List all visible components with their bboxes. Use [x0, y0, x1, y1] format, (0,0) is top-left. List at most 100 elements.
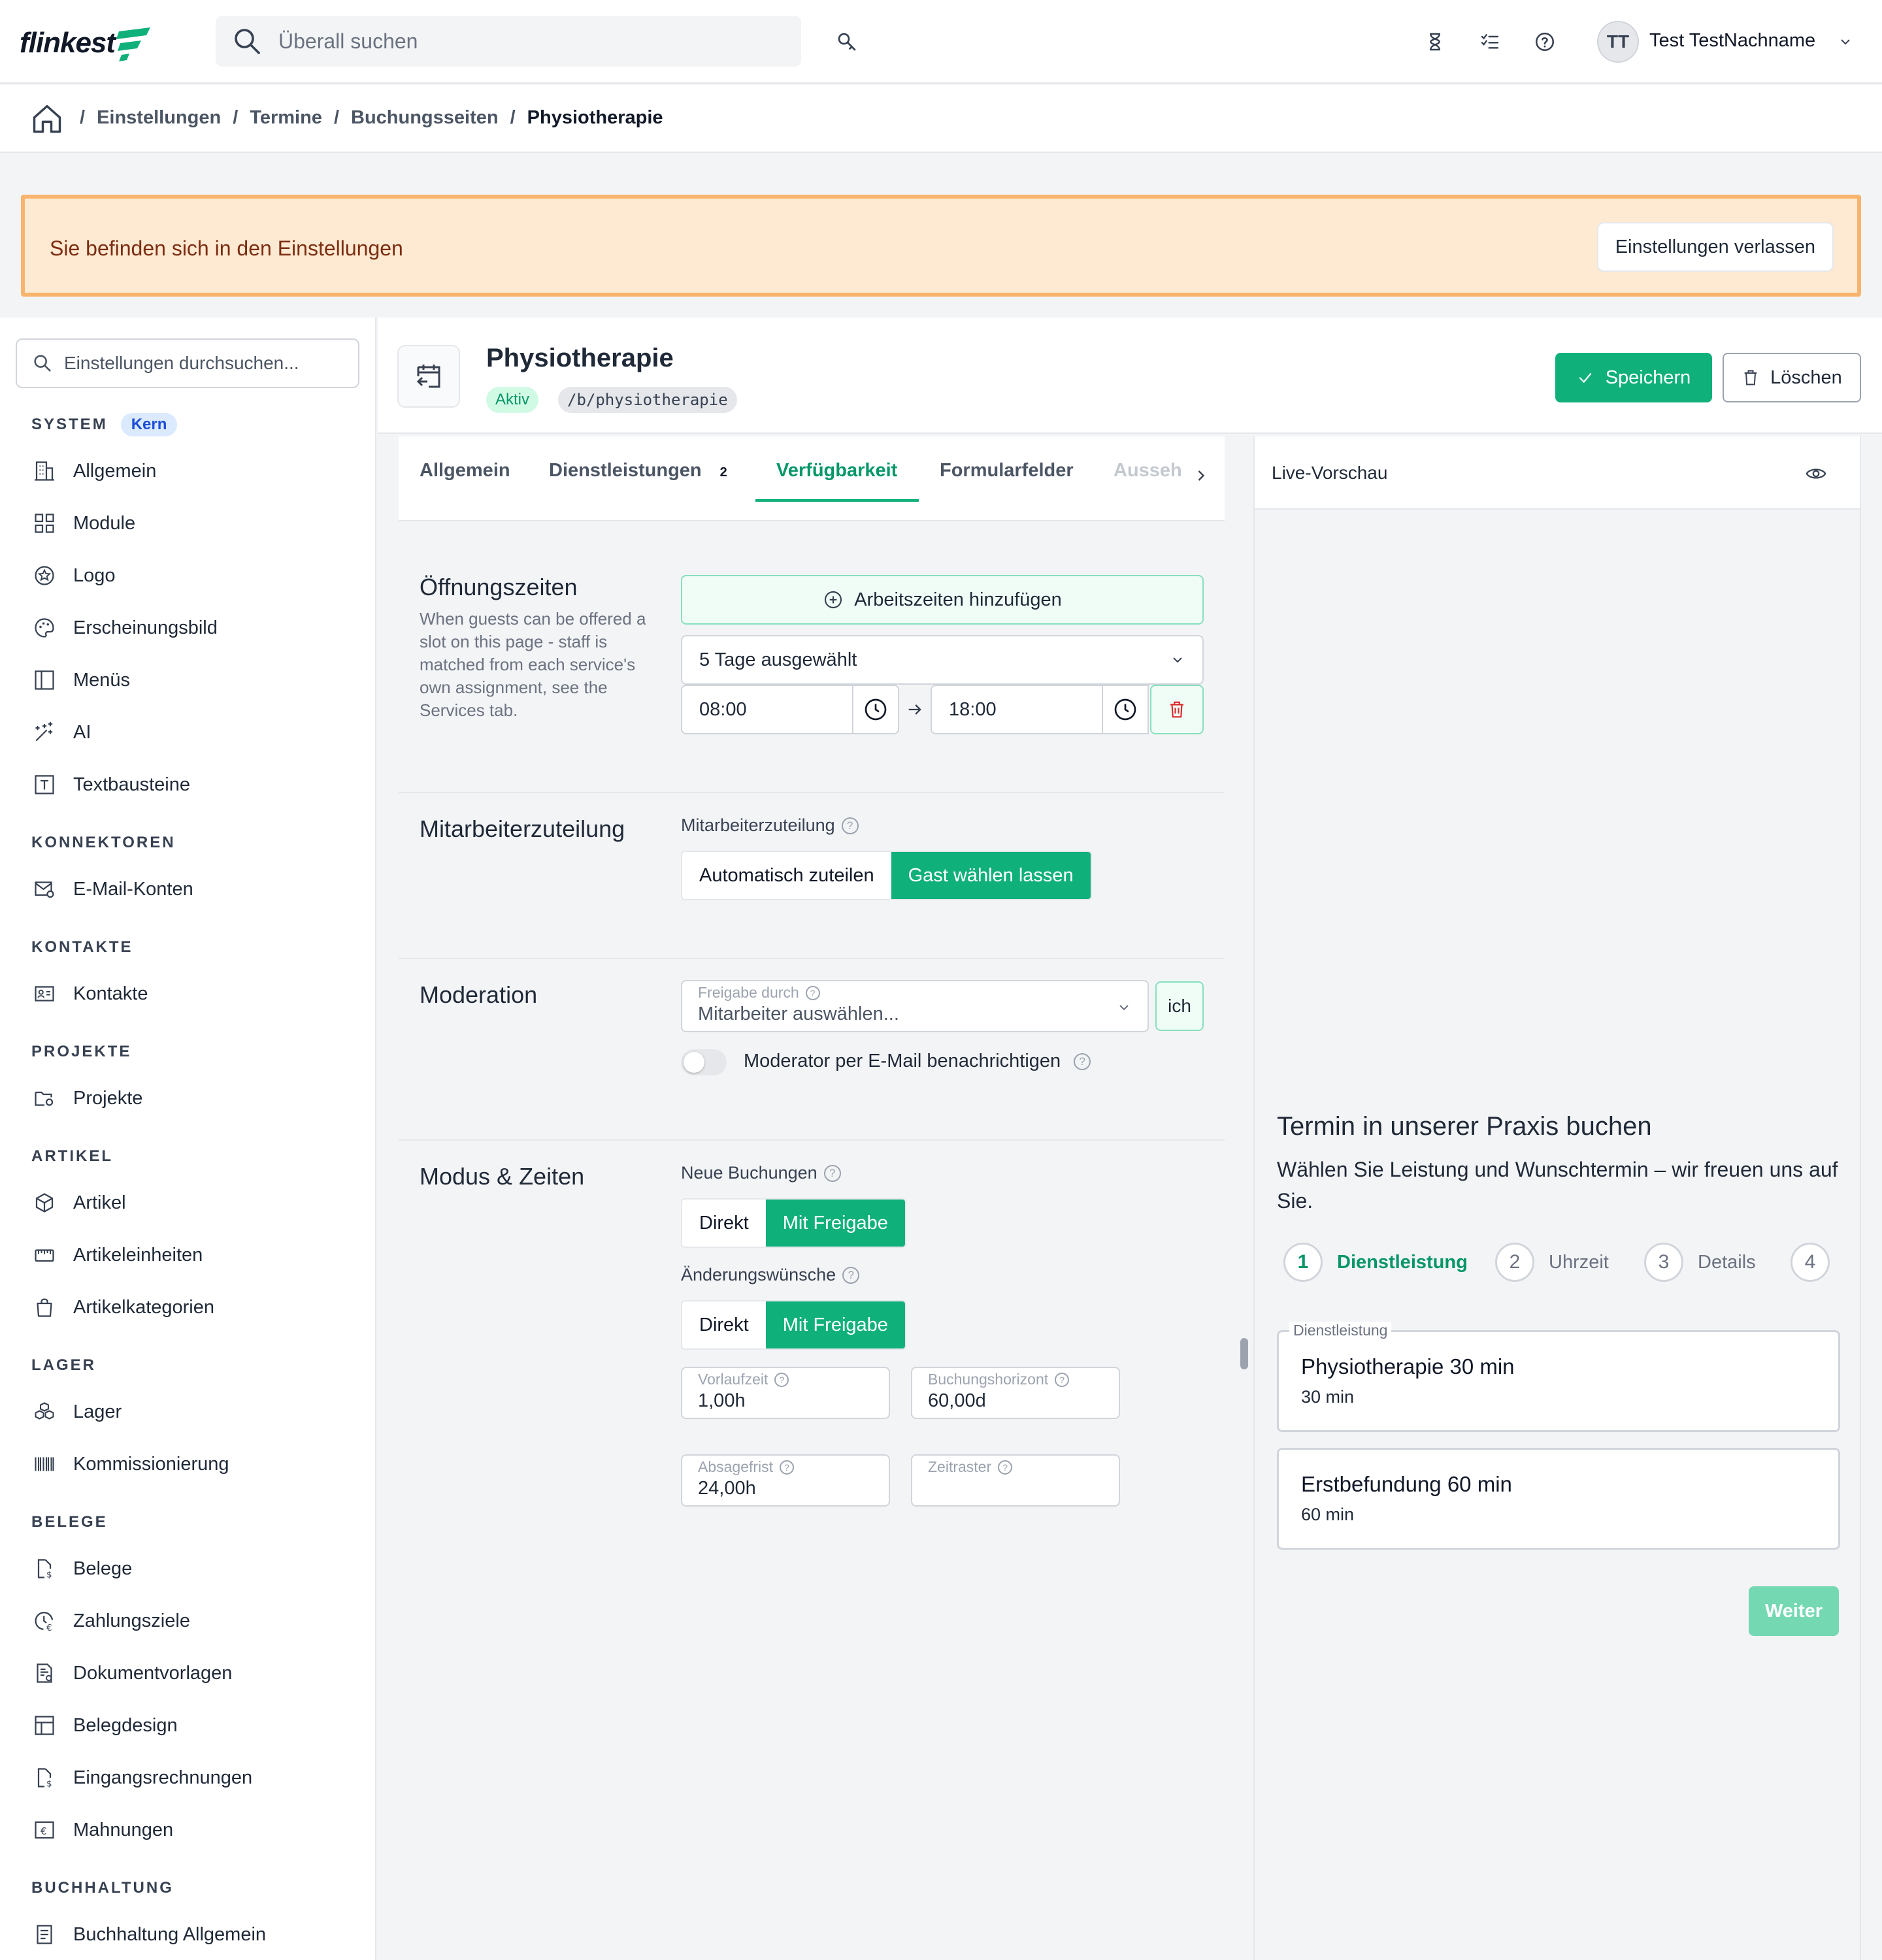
global-search-input[interactable]: Überall suchen — [216, 16, 801, 67]
user-avatar[interactable]: TT — [1597, 21, 1639, 63]
save-button[interactable]: Speichern — [1555, 353, 1712, 402]
folder-settings-icon — [31, 1085, 58, 1111]
form-scrollbar[interactable] — [1240, 1338, 1248, 1369]
sidebar-item-textbausteine[interactable]: Textbausteine — [31, 767, 190, 802]
sidebar-item-erscheinungsbild[interactable]: Erscheinungsbild — [31, 610, 218, 645]
delete-time-button[interactable] — [1150, 685, 1204, 734]
breadcrumb-buchungsseiten[interactable]: Buchungsseiten — [351, 107, 499, 129]
breadcrumb-termine[interactable]: Termine — [250, 107, 322, 129]
sidebar-item-artikeleinheiten[interactable]: Artikeleinheiten — [31, 1237, 203, 1273]
breadcrumb-separator: / — [510, 107, 516, 128]
hourglass-icon[interactable] — [1417, 24, 1453, 60]
approver-select[interactable]: Freigabe durch? Mitarbeiter auswählen... — [681, 980, 1149, 1032]
cancellation-deadline-field[interactable]: Absagefrist? 24,00h — [681, 1454, 890, 1507]
option-with-approval[interactable]: Mit Freigabe — [765, 1301, 905, 1348]
settings-search-input[interactable]: Einstellungen durchsuchen... — [16, 338, 359, 388]
availability-form: Allgemein Dienstleistungen 2 Verfügbarkei… — [399, 436, 1225, 1960]
checklist-icon[interactable] — [1472, 24, 1508, 60]
eye-icon[interactable] — [1805, 463, 1827, 485]
step-2[interactable]: 2 Uhrzeit — [1495, 1243, 1609, 1282]
sidebar-item-ai[interactable]: AI — [31, 715, 91, 750]
tab-formularfelder[interactable]: Formularfelder — [940, 460, 1074, 482]
sidebar-item-lager[interactable]: Lager — [31, 1394, 122, 1429]
time-grid-field[interactable]: Zeitraster? — [911, 1454, 1120, 1507]
step-4[interactable]: 4 — [1791, 1243, 1830, 1282]
sidebar-item-email-konten[interactable]: E-Mail-Konten — [31, 872, 193, 907]
sidebar-item-label: Allgemein — [73, 460, 157, 482]
assign-me-button[interactable]: ich — [1155, 981, 1204, 1031]
svg-text:$: $ — [46, 1779, 52, 1789]
help-icon[interactable]: ? — [780, 1460, 795, 1475]
section-divider — [399, 1139, 1225, 1141]
sidebar-item-menus[interactable]: Menüs — [31, 662, 130, 698]
boxes-icon — [31, 1399, 58, 1425]
help-icon[interactable]: ? — [1074, 1053, 1091, 1070]
sidebar-item-label: Menüs — [73, 669, 131, 691]
time-from-input[interactable]: 08:00 — [681, 685, 853, 734]
help-icon[interactable]: ? — [774, 1372, 789, 1387]
help-icon[interactable] — [1527, 24, 1563, 60]
sidebar-item-projekte[interactable]: Projekte — [31, 1081, 142, 1116]
option-direct[interactable]: Direkt — [682, 1200, 766, 1247]
add-working-hours-button[interactable]: Arbeitszeiten hinzufügen — [681, 575, 1204, 625]
days-select[interactable]: 5 Tage ausgewählt — [681, 635, 1204, 685]
tab-label: Dienstleistungen — [549, 460, 702, 481]
sidebar-item-kommissionierung[interactable]: Kommissionierung — [31, 1446, 229, 1482]
notify-moderator-toggle[interactable] — [681, 1049, 727, 1075]
sidebar-item-label: Dokumentvorlagen — [73, 1662, 233, 1684]
leave-settings-button[interactable]: Einstellungen verlassen — [1596, 222, 1834, 272]
tab-allgemein[interactable]: Allgemein — [420, 460, 510, 482]
option-guest-choose[interactable]: Gast wählen lassen — [891, 852, 1091, 899]
option-with-approval[interactable]: Mit Freigabe — [765, 1200, 905, 1247]
tab-dienstleistungen[interactable]: Dienstleistungen 2 — [549, 460, 727, 482]
sidebar-item-belege[interactable]: $ Belege — [31, 1551, 132, 1586]
tab-aussehen[interactable]: Ausseh — [1114, 460, 1182, 482]
label-text: Zeitraster — [928, 1458, 992, 1475]
label-text: Absagefrist — [698, 1458, 774, 1475]
settings-alert: Sie befinden sich in den Einstellungen E… — [21, 195, 1861, 297]
breadcrumb-einstellungen[interactable]: Einstellungen — [97, 107, 221, 129]
sidebar-item-dokumentvorlagen[interactable]: Dokumentvorlagen — [31, 1656, 232, 1691]
sidebar-item-zahlungsziele[interactable]: € Zahlungsziele — [31, 1603, 190, 1639]
home-icon[interactable] — [30, 102, 64, 136]
time-to-input[interactable]: 18:00 — [931, 685, 1103, 734]
sidebar-item-buchhaltung-allgemein[interactable]: Buchhaltung Allgemein — [31, 1917, 266, 1952]
sidebar-item-kontakte[interactable]: Kontakte — [31, 976, 148, 1011]
help-icon[interactable]: ? — [842, 1266, 860, 1284]
sidebar-item-eingangsrechnungen[interactable]: $ Eingangsrechnungen — [31, 1760, 252, 1795]
help-icon[interactable]: ? — [841, 817, 859, 834]
help-icon[interactable]: ? — [823, 1164, 841, 1182]
delete-button[interactable]: Löschen — [1723, 353, 1861, 402]
sidebar-item-belegdesign[interactable]: Belegdesign — [31, 1708, 178, 1743]
help-icon[interactable]: ? — [805, 985, 820, 1000]
key-search-icon[interactable] — [829, 24, 865, 60]
next-button[interactable]: Weiter — [1749, 1586, 1839, 1636]
option-direct[interactable]: Direkt — [682, 1301, 766, 1348]
app-logo[interactable]: flinkest — [20, 24, 152, 63]
sidebar-item-artikelkategorien[interactable]: Artikelkategorien — [31, 1290, 214, 1325]
sidebar-item-mahnungen[interactable]: € Mahnungen — [31, 1812, 173, 1848]
time-to-clock-button[interactable] — [1102, 685, 1149, 734]
option-auto-assign[interactable]: Automatisch zuteilen — [682, 852, 891, 899]
tab-scroll-right-icon[interactable] — [1192, 466, 1210, 485]
service-option-erstbefundung[interactable]: Erstbefundung 60 min 60 min — [1277, 1448, 1840, 1550]
booking-horizon-field[interactable]: Buchungshorizont? 60,00d — [911, 1367, 1120, 1419]
lead-time-field[interactable]: Vorlaufzeit? 1,00h — [681, 1367, 890, 1419]
sidebar-item-logo[interactable]: Logo — [31, 558, 116, 593]
sidebar-item-module[interactable]: Module — [31, 506, 135, 541]
service-option-physiotherapie[interactable]: Dienstleistung Physiotherapie 30 min 30 … — [1277, 1322, 1840, 1432]
step-1[interactable]: 1 Dienstleistung — [1283, 1243, 1468, 1282]
step-3[interactable]: 3 Details — [1644, 1243, 1756, 1282]
user-name[interactable]: Test TestNachname — [1649, 30, 1815, 52]
step-label: Uhrzeit — [1549, 1251, 1609, 1273]
chevron-down-icon[interactable] — [1827, 24, 1864, 60]
section-system: SYSTEM Kern — [31, 413, 178, 436]
service-name: Physiotherapie 30 min — [1301, 1354, 1515, 1379]
tab-verfuegbarkeit[interactable]: Verfügbarkeit — [776, 460, 897, 482]
time-from-clock-button[interactable] — [852, 685, 899, 734]
sidebar-item-allgemein[interactable]: Allgemein — [31, 453, 156, 489]
check-icon — [1579, 372, 1592, 384]
help-icon[interactable]: ? — [998, 1460, 1013, 1475]
help-icon[interactable]: ? — [1055, 1372, 1070, 1387]
sidebar-item-artikel[interactable]: Artikel — [31, 1185, 126, 1220]
